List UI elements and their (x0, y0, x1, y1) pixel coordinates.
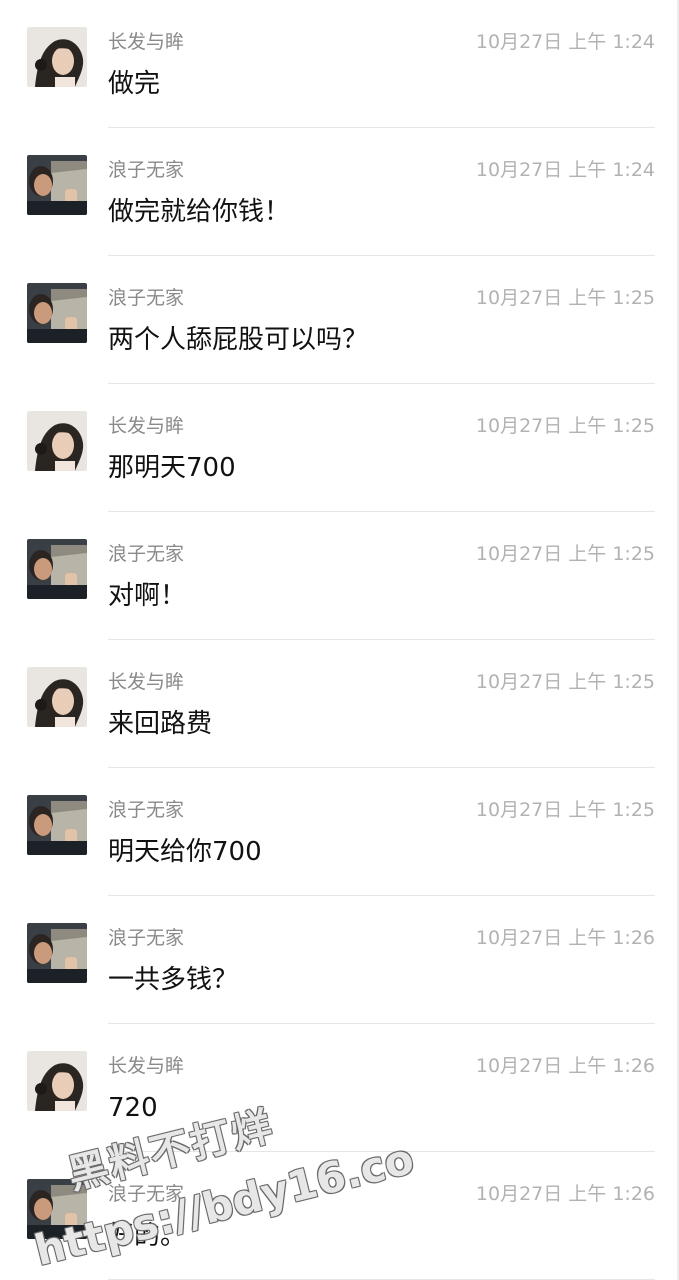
message-text[interactable]: 对啊！ (108, 578, 186, 614)
chat-message-list[interactable]: 长发与眸 10月27日 上午 1:24 做完 浪子无家 10月27日 上午 1:… (0, 0, 679, 1280)
message-timestamp: 10月27日 上午 1:25 (475, 671, 655, 693)
message-text[interactable]: 做完就给你钱！ (108, 194, 290, 230)
message-timestamp: 10月27日 上午 1:26 (475, 1183, 655, 1205)
message-text[interactable]: 做完 (108, 66, 160, 102)
message-timestamp: 10月27日 上午 1:26 (475, 1055, 655, 1077)
woman-avatar-image (27, 27, 87, 87)
message-timestamp: 10月27日 上午 1:25 (475, 543, 655, 565)
message-item[interactable]: 浪子无家 10月27日 上午 1:26 一共多钱？ (0, 896, 679, 1024)
message-item[interactable]: 浪子无家 10月27日 上午 1:25 两个人舔屁股可以吗？ (0, 256, 679, 384)
man-avatar[interactable] (27, 795, 87, 855)
woman-avatar[interactable] (27, 1051, 87, 1111)
sender-name: 浪子无家 (108, 927, 185, 949)
sender-name: 浪子无家 (108, 159, 185, 181)
message-timestamp: 10月27日 上午 1:26 (475, 927, 655, 949)
message-timestamp: 10月27日 上午 1:24 (475, 31, 655, 53)
man-avatar[interactable] (27, 923, 87, 983)
message-text[interactable]: 来回路费 (108, 706, 212, 742)
man-avatar-image (27, 539, 87, 599)
sender-name: 浪子无家 (108, 799, 185, 821)
message-timestamp: 10月27日 上午 1:25 (475, 287, 655, 309)
woman-avatar-image (27, 411, 87, 471)
message-timestamp: 10月27日 上午 1:25 (475, 799, 655, 821)
man-avatar-image (27, 795, 87, 855)
message-text[interactable]: 那明天700 (108, 450, 236, 486)
man-avatar-image (27, 155, 87, 215)
sender-name: 浪子无家 (108, 1183, 185, 1205)
man-avatar[interactable] (27, 539, 87, 599)
message-text[interactable]: 一共多钱？ (108, 962, 238, 998)
woman-avatar-image (27, 667, 87, 727)
message-item[interactable]: 浪子无家 10月27日 上午 1:25 明天给你700 (0, 768, 679, 896)
message-timestamp: 10月27日 上午 1:24 (475, 159, 655, 181)
man-avatar[interactable] (27, 283, 87, 343)
message-text[interactable]: 明天给你700 (108, 834, 262, 870)
sender-name: 长发与眸 (108, 31, 185, 53)
man-avatar-image (27, 283, 87, 343)
message-text[interactable]: 好的。 (108, 1218, 186, 1254)
message-text[interactable]: 720 (108, 1090, 158, 1126)
message-text[interactable]: 两个人舔屁股可以吗？ (108, 322, 368, 358)
woman-avatar[interactable] (27, 27, 87, 87)
message-item[interactable]: 长发与眸 10月27日 上午 1:25 来回路费 (0, 640, 679, 768)
woman-avatar[interactable] (27, 411, 87, 471)
sender-name: 长发与眸 (108, 1055, 185, 1077)
man-avatar[interactable] (27, 155, 87, 215)
message-item[interactable]: 长发与眸 10月27日 上午 1:25 那明天700 (0, 384, 679, 512)
message-timestamp: 10月27日 上午 1:25 (475, 415, 655, 437)
woman-avatar[interactable] (27, 667, 87, 727)
sender-name: 浪子无家 (108, 543, 185, 565)
message-item[interactable]: 浪子无家 10月27日 上午 1:24 做完就给你钱！ (0, 128, 679, 256)
message-item[interactable]: 浪子无家 10月27日 上午 1:26 好的。 (0, 1152, 679, 1280)
message-item[interactable]: 浪子无家 10月27日 上午 1:25 对啊！ (0, 512, 679, 640)
man-avatar[interactable] (27, 1179, 87, 1239)
message-item[interactable]: 长发与眸 10月27日 上午 1:24 做完 (0, 0, 679, 128)
sender-name: 长发与眸 (108, 415, 185, 437)
sender-name: 长发与眸 (108, 671, 185, 693)
woman-avatar-image (27, 1051, 87, 1111)
sender-name: 浪子无家 (108, 287, 185, 309)
man-avatar-image (27, 923, 87, 983)
message-item[interactable]: 长发与眸 10月27日 上午 1:26 720 (0, 1024, 679, 1152)
man-avatar-image (27, 1179, 87, 1239)
